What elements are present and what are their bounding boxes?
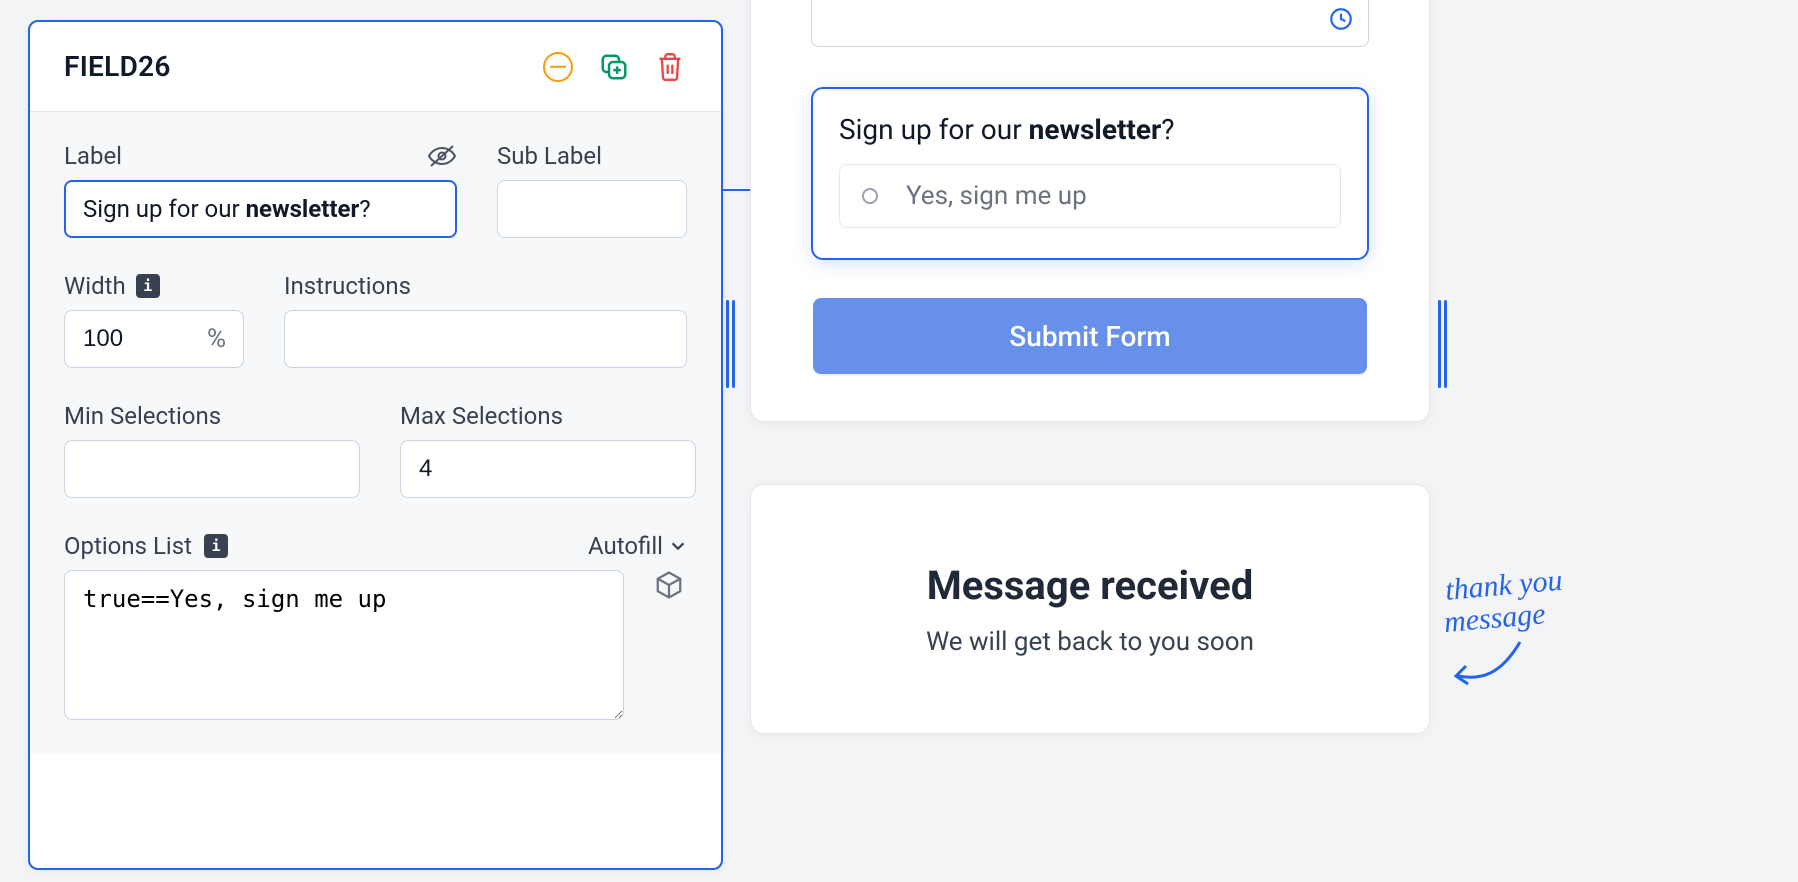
label-value-bold: newsletter [246, 195, 360, 223]
eye-off-icon [427, 144, 457, 168]
question-prefix: Sign up for our [839, 113, 1029, 146]
field-id-title: FIELD26 [64, 50, 171, 83]
drag-handle-left[interactable] [726, 300, 736, 388]
sublabel-heading: Sub Label [497, 142, 687, 170]
label-heading: Label [64, 142, 457, 170]
circle-minus-icon [543, 52, 573, 82]
clock-icon [1328, 6, 1354, 32]
editor-header: FIELD26 [30, 22, 721, 112]
newsletter-field-preview[interactable]: Sign up for our newsletter? Yes, sign me… [811, 87, 1369, 260]
drag-handle-right[interactable] [1438, 300, 1448, 388]
options-list-heading: Options List i [64, 532, 228, 560]
newsletter-option-label: Yes, sign me up [906, 181, 1087, 211]
radio-icon [862, 188, 878, 204]
field-editor-panel: FIELD26 [28, 20, 723, 870]
sublabel-input[interactable] [497, 180, 687, 238]
package-icon[interactable] [654, 570, 684, 600]
handwritten-annotation: thank you message [1444, 545, 1788, 637]
form-preview-card: Sign up for our newsletter? Yes, sign me… [750, 0, 1430, 422]
label-input[interactable]: Sign up for our newsletter? [64, 180, 457, 238]
label-value-suffix: ? [359, 195, 370, 223]
label-heading-text: Label [64, 142, 122, 170]
thank-you-title: Message received [927, 562, 1254, 609]
width-heading: Width i [64, 272, 244, 300]
options-info-button[interactable]: i [204, 534, 228, 558]
submit-button[interactable]: Submit Form [813, 298, 1367, 374]
options-list-section: Options List i Autofill [64, 532, 687, 724]
label-value-prefix: Sign up for our [83, 195, 246, 223]
min-selections-heading: Min Selections [64, 402, 360, 430]
thank-you-subtitle: We will get back to you soon [926, 627, 1254, 657]
sublabel-section: Sub Label [497, 142, 687, 238]
width-info-button[interactable]: i [136, 274, 160, 298]
instructions-heading: Instructions [284, 272, 687, 300]
thank-you-card: Message received We will get back to you… [750, 484, 1430, 734]
min-selections-input[interactable] [64, 440, 360, 498]
chevron-down-icon [669, 537, 687, 555]
previous-field-placeholder[interactable] [811, 0, 1369, 47]
max-selections-input[interactable] [400, 440, 696, 498]
width-section: Width i % [64, 272, 244, 368]
hide-label-button[interactable] [427, 144, 457, 168]
collapse-button[interactable] [541, 50, 575, 84]
info-icon: i [211, 537, 220, 555]
question-bold: newsletter [1029, 113, 1162, 146]
duplicate-button[interactable] [597, 50, 631, 84]
width-unit: % [207, 324, 226, 354]
question-suffix: ? [1161, 113, 1174, 146]
autofill-dropdown[interactable]: Autofill [588, 532, 687, 560]
options-list-textarea[interactable] [64, 570, 624, 720]
newsletter-question: Sign up for our newsletter? [839, 113, 1341, 146]
delete-button[interactable] [653, 50, 687, 84]
editor-actions [541, 50, 687, 84]
instructions-section: Instructions [284, 272, 687, 368]
max-selections-heading: Max Selections [400, 402, 696, 430]
max-selections-section: Max Selections [400, 402, 696, 498]
editor-body: Label Sign up for our newsletter? Sub [30, 112, 721, 754]
copy-plus-icon [599, 52, 629, 82]
autofill-label: Autofill [588, 532, 663, 560]
annotation-arrow-icon [1450, 636, 1530, 696]
min-selections-section: Min Selections [64, 402, 360, 498]
instructions-input[interactable] [284, 310, 687, 368]
newsletter-option[interactable]: Yes, sign me up [839, 164, 1341, 228]
trash-icon [656, 51, 684, 83]
options-list-heading-text: Options List [64, 532, 192, 560]
width-heading-text: Width [64, 272, 126, 300]
label-section: Label Sign up for our newsletter? [64, 142, 457, 238]
info-icon: i [143, 277, 152, 295]
